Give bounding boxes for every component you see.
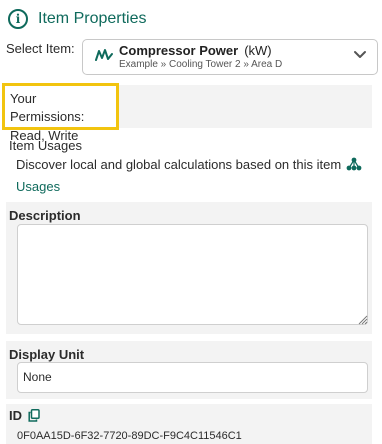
description-panel: Description xyxy=(6,202,372,334)
permissions-highlight: Your Permissions: Read, Write xyxy=(2,83,119,143)
id-label: ID xyxy=(9,408,22,423)
tree-icon[interactable] xyxy=(346,157,362,171)
select-item-label: Select Item: xyxy=(6,41,75,56)
info-icon: i xyxy=(8,9,28,29)
page-title: Item Properties xyxy=(38,10,147,27)
display-unit-panel: Display Unit None xyxy=(6,341,372,399)
signal-icon xyxy=(95,49,113,61)
permissions-label: Your Permissions: xyxy=(10,91,85,124)
item-usages-section: Item Usages Discover local and global ca… xyxy=(9,138,372,194)
copy-icon[interactable] xyxy=(28,409,40,422)
item-usages-title: Item Usages xyxy=(9,138,82,153)
id-value: 0F0AA15D-6F32-7720-89DC-F9C4C11546C1 xyxy=(17,430,242,442)
item-properties-header: i Item Properties xyxy=(8,8,146,30)
select-item-dropdown[interactable]: Compressor Power (kW) Example » Cooling T… xyxy=(82,39,378,75)
resize-handle-icon[interactable] xyxy=(358,315,368,325)
id-panel: ID 0F0AA15D-6F32-7720-89DC-F9C4C11546C1 xyxy=(6,404,372,444)
id-label-row: ID xyxy=(9,408,40,423)
select-item-row: Select Item: Compressor Power (kW) Exampl… xyxy=(6,39,378,75)
display-unit-field[interactable]: None xyxy=(17,362,368,393)
chevron-down-icon[interactable] xyxy=(353,50,367,60)
description-textarea[interactable] xyxy=(17,224,368,325)
selected-item-unit: (kW) xyxy=(244,43,272,58)
permissions-background xyxy=(119,85,372,128)
usages-link[interactable]: Usages xyxy=(16,179,60,194)
display-unit-label: Display Unit xyxy=(9,347,85,362)
item-usages-description: Discover local and global calculations b… xyxy=(16,157,342,172)
selected-item-path: Example » Cooling Tower 2 » Area D xyxy=(119,59,283,70)
selected-item-name: Compressor Power (kW) xyxy=(119,43,272,58)
description-label: Description xyxy=(9,208,81,223)
